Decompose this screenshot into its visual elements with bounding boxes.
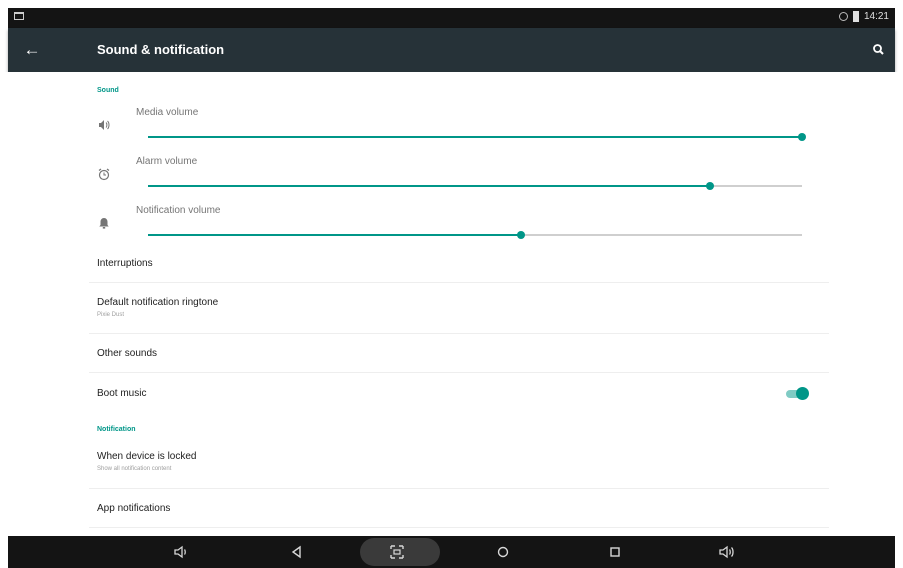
slider-fill: [148, 136, 802, 138]
item-title: Default notification ringtone: [97, 297, 219, 308]
screen-icon: [14, 12, 24, 20]
home-icon[interactable]: [493, 542, 513, 562]
wifi-icon: [838, 12, 848, 21]
other-sounds-item[interactable]: Other sounds: [89, 334, 829, 373]
status-bar: 14:21: [8, 8, 895, 28]
item-title: App notifications: [97, 503, 171, 514]
navigation-bar: [8, 536, 895, 568]
app-bar: ← Sound & notification: [8, 28, 895, 72]
item-summary: Pixie Dust: [97, 312, 125, 318]
settings-list: Sound Media volume Alarm volume Notifica…: [0, 72, 903, 536]
back-icon[interactable]: [287, 542, 307, 562]
alarm-clock-icon: [97, 167, 111, 181]
volume-up-icon[interactable]: [717, 542, 737, 562]
notification-volume-slider[interactable]: [148, 228, 802, 242]
section-header-sound: Sound: [97, 87, 119, 94]
toggle-thumb: [796, 387, 809, 400]
alarm-volume-label: Alarm volume: [136, 156, 198, 167]
default-ringtone-item[interactable]: Default notification ringtone Pixie Dust: [89, 283, 829, 334]
slider-thumb[interactable]: [516, 231, 525, 239]
status-indicators: 14:21: [838, 11, 889, 22]
recents-icon[interactable]: [605, 542, 625, 562]
media-volume-slider[interactable]: [148, 130, 806, 144]
media-volume-row: Media volume: [89, 96, 829, 144]
slider-thumb[interactable]: [798, 133, 806, 141]
section-header-notification: Notification: [97, 426, 136, 433]
boot-music-toggle[interactable]: [785, 387, 809, 401]
interruptions-item[interactable]: Interruptions: [89, 244, 829, 283]
item-title: Other sounds: [97, 348, 158, 359]
battery-icon: [852, 11, 859, 22]
app-notifications-item[interactable]: App notifications: [89, 489, 829, 528]
alarm-volume-row: Alarm volume: [89, 145, 829, 193]
status-time: 14:21: [863, 11, 889, 22]
alarm-volume-slider[interactable]: [148, 179, 802, 193]
item-title: When device is locked: [97, 451, 197, 462]
when-device-locked-item[interactable]: When device is locked Show all notificat…: [89, 438, 829, 489]
notification-volume-label: Notification volume: [136, 205, 221, 216]
search-icon[interactable]: [869, 40, 889, 60]
boot-music-item[interactable]: Boot music: [89, 373, 829, 413]
bell-icon: [97, 216, 111, 230]
slider-thumb[interactable]: [706, 182, 715, 190]
item-summary: Show all notification content: [97, 466, 172, 472]
screenshot-icon[interactable]: [387, 542, 407, 562]
slider-fill: [148, 234, 521, 236]
volume-icon: [97, 118, 111, 132]
page-title: Sound & notification: [97, 42, 225, 57]
media-volume-label: Media volume: [136, 107, 199, 118]
item-title: Boot music: [97, 388, 147, 399]
item-title: Interruptions: [97, 258, 153, 269]
volume-down-icon[interactable]: [171, 542, 191, 562]
back-arrow-icon[interactable]: ←: [22, 40, 42, 60]
notification-volume-row: Notification volume: [89, 194, 829, 242]
slider-fill: [148, 185, 711, 187]
